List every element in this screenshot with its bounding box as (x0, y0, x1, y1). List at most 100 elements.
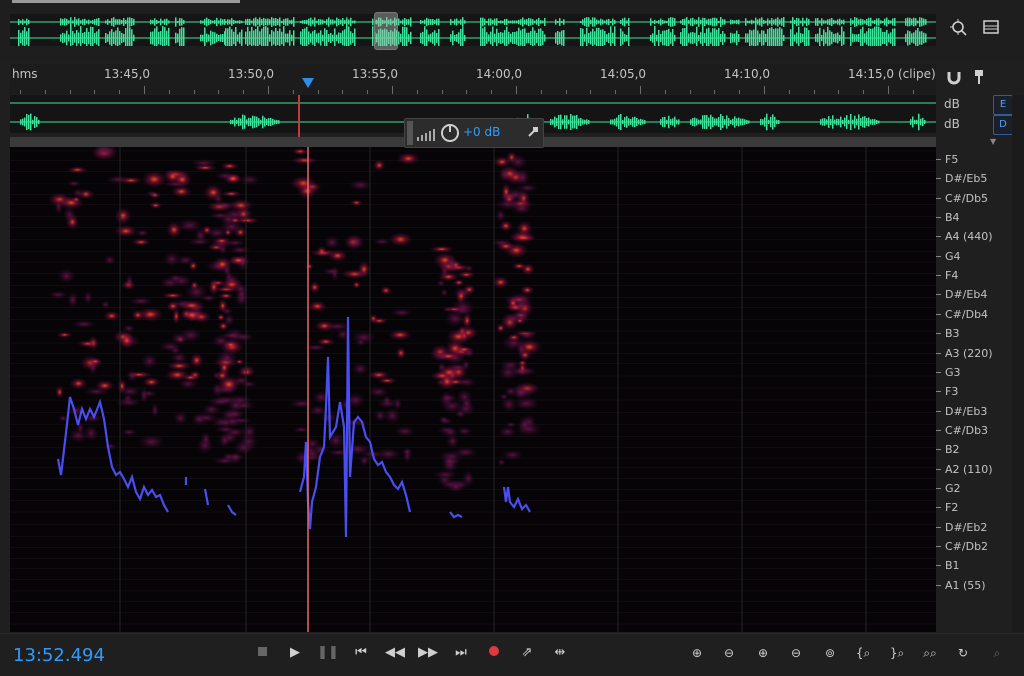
channel-sample (830, 118, 832, 126)
spectral-blob (139, 386, 149, 405)
overview-sample (724, 19, 726, 25)
channel-e-button[interactable]: E (993, 95, 1013, 115)
overview-sample (265, 26, 267, 50)
overview-sample (860, 29, 862, 47)
overview-sample (454, 19, 456, 25)
zoom-out-time-icon: ⊖ (790, 646, 802, 660)
overview-sample (626, 34, 628, 42)
overview-sample (152, 31, 154, 45)
time-ruler[interactable]: hms (clipe) 13:45,0 13:50,0 13:55,0 14:00,0… (10, 64, 936, 94)
zoom-reset-button[interactable]: ↻ (950, 642, 976, 664)
overview-sample (761, 17, 763, 27)
channel-d-button[interactable]: D (993, 115, 1013, 135)
vertical-scrollbar[interactable] (1012, 95, 1024, 632)
spectral-blob (135, 229, 150, 237)
overview-sample (259, 17, 261, 27)
zoom-in-start-button[interactable]: {⌕ (850, 642, 876, 664)
pause-button[interactable]: ❚❚ (317, 642, 339, 664)
overview-sample (886, 17, 888, 27)
zoom-navigator-icon[interactable] (948, 18, 970, 40)
overview-sample (540, 28, 542, 48)
gain-value[interactable]: +0 dB (463, 125, 500, 139)
overview-selection-bar[interactable] (12, 0, 240, 3)
zoom-out-full-button[interactable]: ⊚ (817, 642, 843, 664)
overview-sample (670, 32, 672, 44)
snap-magnet-icon[interactable] (945, 68, 963, 86)
spectral-blob (166, 221, 182, 239)
ruler-tick (664, 90, 666, 94)
overview-waveform[interactable] (10, 14, 936, 50)
channel-sample (558, 114, 560, 130)
overview-sample (324, 28, 326, 48)
overview-sample (798, 26, 800, 50)
time-display[interactable]: 13:52.494 (13, 645, 105, 666)
gain-knob-icon[interactable] (439, 122, 461, 148)
channel-sample (266, 118, 268, 126)
overview-sample (277, 31, 279, 45)
spectral-blob (172, 411, 189, 426)
overview-sample (92, 20, 94, 24)
marker-pin-icon[interactable] (972, 68, 986, 86)
go-to-start-button[interactable]: ⏮ (350, 642, 372, 664)
stop-button[interactable] (251, 642, 273, 664)
overview-sample (70, 17, 72, 27)
zoom-in-end-button[interactable]: }⌕ (884, 642, 910, 664)
channel-sample (20, 119, 22, 125)
overview-sample (892, 18, 894, 26)
overview-sample (76, 30, 78, 46)
gain-hud-grip[interactable] (407, 121, 413, 145)
spectral-blob (370, 317, 388, 325)
zoom-spectral-button[interactable]: ⌕ (984, 642, 1010, 664)
overview-sample (74, 17, 76, 27)
skip-selection-button[interactable]: ⇹ (549, 642, 571, 664)
overview-sample (496, 18, 498, 26)
play-button[interactable]: ▶ (284, 642, 306, 664)
overview-view-handle[interactable] (374, 12, 398, 50)
channel-sample (916, 119, 918, 125)
overview-sample (815, 18, 817, 26)
overview-sample (660, 33, 662, 43)
overview-sample (406, 19, 408, 25)
zoom-in-amplitude-button[interactable]: ⊕ (684, 642, 710, 664)
overview-sample (769, 20, 771, 24)
overview-sample (314, 29, 316, 47)
overview-sample (668, 28, 670, 48)
spectral-blob (162, 251, 181, 267)
spectral-blob (516, 341, 527, 358)
zoom-out-time-button[interactable]: ⊖ (783, 642, 809, 664)
overview-sample (428, 18, 430, 26)
zoom-out-amplitude-button[interactable]: ⊖ (716, 642, 742, 664)
stop-icon (257, 647, 267, 656)
overview-sample (686, 17, 688, 27)
go-to-end-button[interactable]: ⏭ (450, 642, 472, 664)
pin-icon[interactable] (527, 126, 539, 141)
record-button[interactable] (483, 642, 505, 664)
overview-sample (121, 32, 123, 44)
overview-sample (800, 33, 802, 43)
overview-sample (798, 18, 800, 26)
overview-sample (496, 28, 498, 48)
playhead-marker[interactable] (302, 78, 314, 88)
overview-sample (905, 33, 907, 43)
overview-sample (905, 18, 907, 26)
channel-dropdown-icon[interactable]: ▼ (990, 137, 1002, 146)
gain-hud[interactable]: +0 dB (404, 118, 544, 148)
overview-sample (528, 32, 530, 44)
overview-sample (420, 32, 422, 44)
fast-forward-icon: ▶▶ (418, 645, 438, 660)
panel-menu-icon[interactable] (980, 18, 1002, 40)
zoom-selection-button[interactable]: ⌕⌕ (917, 642, 943, 664)
overview-sample (86, 20, 88, 24)
channel-sample (912, 116, 914, 128)
overview-sample (175, 17, 177, 27)
spectral-pitch-display[interactable] (10, 147, 936, 632)
loop-button[interactable]: ⇗ (516, 642, 538, 664)
overview-sample (522, 17, 524, 27)
spectral-blob (119, 176, 143, 185)
spectral-blob (163, 181, 189, 188)
zoom-in-time-button[interactable]: ⊕ (750, 642, 776, 664)
fast-forward-button[interactable]: ▶▶ (417, 642, 439, 664)
channel-sample (820, 119, 822, 125)
rewind-button[interactable]: ◀◀ (384, 642, 406, 664)
overview-sample (218, 34, 220, 42)
